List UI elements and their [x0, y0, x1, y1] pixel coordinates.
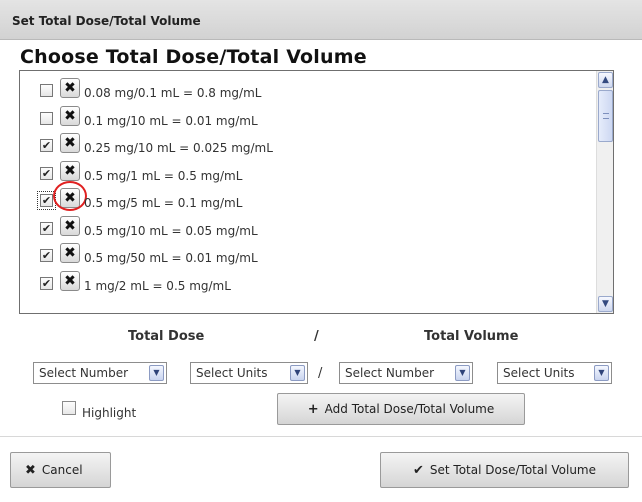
total-volume-header: Total Volume [424, 329, 519, 344]
list-item[interactable]: ✔ ✖ 0.25 mg/10 mL = 0.025 mg/mL [20, 133, 595, 157]
checkmark-icon: ✔ [413, 462, 424, 478]
option-label: 0.1 mg/10 mL = 0.01 mg/mL [84, 113, 258, 128]
option-label: 0.5 mg/5 mL = 0.1 mg/mL [84, 196, 243, 210]
option-checkbox[interactable]: ✔ [40, 221, 53, 235]
close-icon: ✖ [64, 272, 76, 289]
cancel-button-label: Cancel [41, 463, 83, 477]
list-item[interactable]: ✖ 0.1 mg/10 mL = 0.01 mg/mL [20, 105, 595, 130]
option-checkbox[interactable]: ✔ [40, 249, 53, 262]
option-label: 1 mg/2 mL = 0.5 mg/mL [84, 278, 231, 293]
total-dose-header: Total Dose [128, 329, 205, 344]
delete-option-button[interactable]: ✖ [60, 105, 80, 126]
delete-option-button[interactable]: ✖ [60, 243, 80, 263]
close-icon: ✖ [64, 135, 76, 151]
chevron-down-icon: ▼ [455, 365, 470, 381]
dose-number-value: Select Number [39, 366, 129, 380]
list-scrollbar[interactable]: ▲ ▼ [596, 71, 613, 313]
option-label: 0.5 mg/50 mL = 0.01 mg/mL [84, 251, 258, 265]
option-label: 0.08 mg/0.1 mL = 0.8 mg/mL [84, 86, 262, 100]
delete-option-button[interactable]: ✖ [60, 133, 80, 153]
dose-volume-list[interactable]: ✖ 0.08 mg/0.1 mL = 0.8 mg/mL ✖ 0.1 mg/10 mL… [19, 70, 614, 314]
option-checkbox[interactable] [40, 111, 53, 125]
select-separator: / [318, 366, 323, 381]
highlight-label: Highlight [82, 406, 137, 420]
option-checkbox[interactable]: ✔ [40, 166, 53, 180]
plus-icon: + [307, 401, 319, 417]
delete-option-button[interactable]: ✖ [60, 160, 80, 181]
list-item[interactable]: ✔ ✖ 0.5 mg/50 mL = 0.01 mg/mL [20, 243, 595, 267]
volume-units-value: Select Units [503, 366, 575, 380]
close-icon: ✖ [64, 245, 76, 261]
add-dose-volume-button[interactable]: + Add Total Dose/Total Volume [277, 393, 525, 425]
list-item[interactable]: ✔ ✖ 0.5 mg/1 mL = 0.5 mg/mL [20, 160, 595, 185]
close-icon: ✖ [64, 80, 76, 96]
close-icon: ✖ [64, 217, 76, 234]
dose-units-select[interactable]: Select Units ▼ [190, 362, 308, 384]
add-button-label: Add Total Dose/Total Volume [324, 402, 495, 416]
highlight-checkbox[interactable] [62, 401, 76, 415]
volume-number-select[interactable]: Select Number ▼ [339, 362, 473, 384]
option-label: 0.5 mg/1 mL = 0.5 mg/mL [84, 168, 243, 183]
footer-divider [0, 436, 642, 437]
volume-number-value: Select Number [345, 366, 435, 380]
option-checkbox[interactable]: ✔ [40, 276, 53, 290]
close-icon: ✖ [25, 462, 36, 478]
scroll-thumb[interactable] [598, 90, 613, 142]
option-label: 0.5 mg/10 mL = 0.05 mg/mL [84, 223, 258, 238]
dose-units-value: Select Units [196, 366, 268, 380]
list-item[interactable]: ✔ ✖ 1 mg/2 mL = 0.5 mg/mL [20, 270, 595, 295]
list-item[interactable]: ✔ ✖ 0.5 mg/10 mL = 0.05 mg/mL [20, 215, 595, 240]
dialog-titlebar: Set Total Dose/Total Volume [0, 0, 642, 40]
list-item[interactable]: ✖ 0.08 mg/0.1 mL = 0.8 mg/mL [20, 78, 595, 102]
chevron-down-icon: ▼ [149, 365, 164, 381]
close-icon: ✖ [64, 107, 76, 124]
delete-option-button[interactable]: ✖ [60, 215, 80, 236]
volume-units-select[interactable]: Select Units ▼ [497, 362, 612, 384]
delete-option-button[interactable]: ✖ [60, 270, 80, 291]
option-checkbox[interactable] [40, 84, 53, 97]
scroll-down-button[interactable]: ▼ [598, 296, 613, 312]
list-item[interactable]: ✔ ✖ 0.5 mg/5 mL = 0.1 mg/mL [20, 181, 595, 212]
set-dose-volume-button[interactable]: ✔ Set Total Dose/Total Volume [380, 452, 629, 488]
dose-number-select[interactable]: Select Number ▼ [33, 362, 167, 384]
dialog-title: Set Total Dose/Total Volume [12, 14, 201, 28]
chevron-down-icon: ▼ [290, 365, 305, 381]
scroll-up-button[interactable]: ▲ [598, 72, 613, 88]
option-checkbox[interactable]: ✔ [40, 139, 53, 152]
dialog-heading: Choose Total Dose/Total Volume [20, 46, 367, 68]
delete-option-button[interactable]: ✖ [60, 78, 80, 98]
column-separator: / [314, 329, 319, 344]
cancel-button[interactable]: ✖ Cancel [10, 452, 111, 488]
close-icon: ✖ [64, 162, 76, 179]
option-label: 0.25 mg/10 mL = 0.025 mg/mL [84, 141, 273, 155]
highlight-ring [53, 181, 87, 211]
set-button-label: Set Total Dose/Total Volume [429, 463, 596, 477]
option-checkbox[interactable]: ✔ [37, 191, 56, 210]
chevron-down-icon: ▼ [594, 365, 609, 381]
